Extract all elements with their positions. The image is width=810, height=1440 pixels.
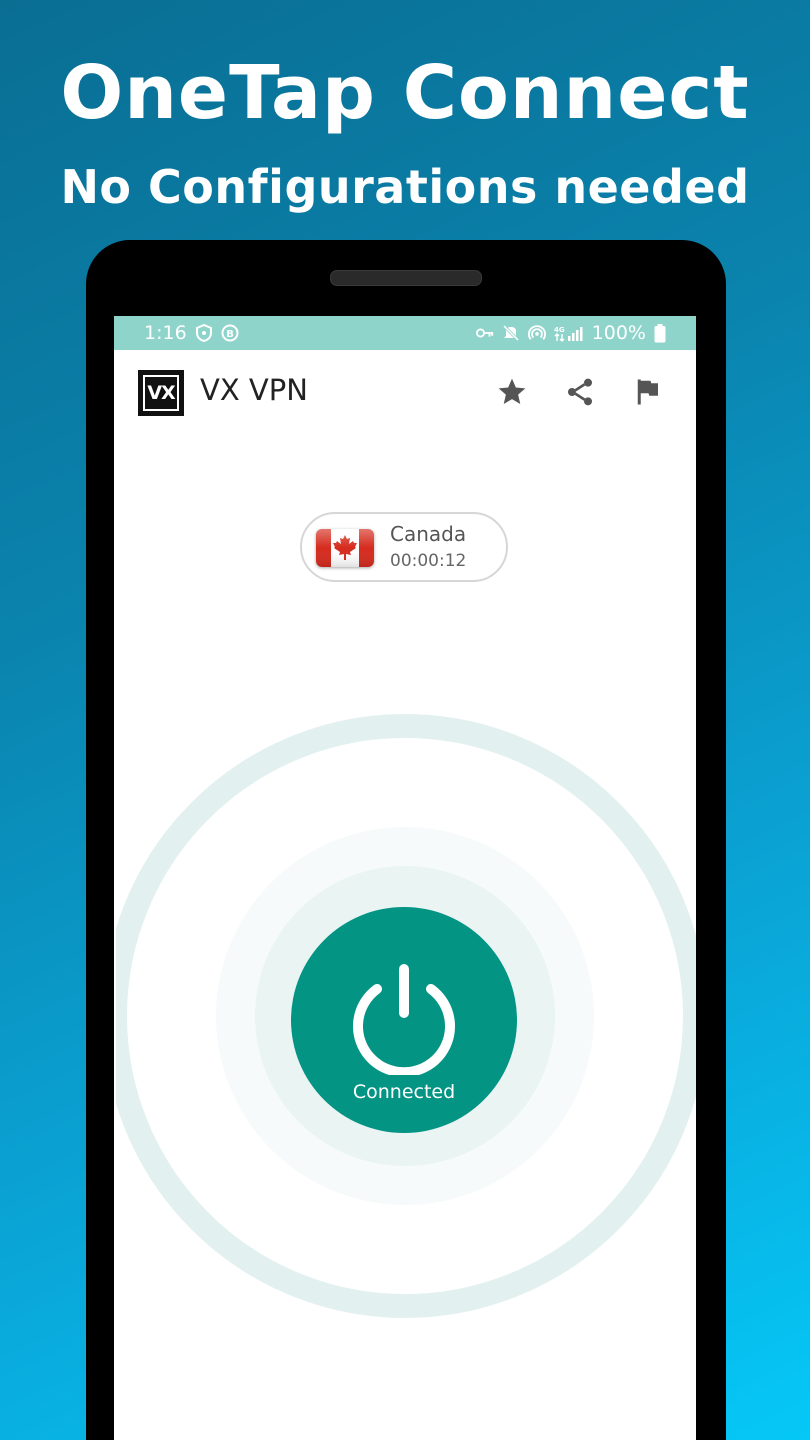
hotspot-icon [527,324,546,342]
status-time: 1:16 [144,322,187,344]
status-bar: 1:16 B 4G 100% [114,316,696,350]
status-left: 1:16 B [144,322,239,344]
flag-icon [637,379,658,405]
share-icon [568,378,592,406]
connection-status-label: Connected [352,1081,456,1103]
location-selector[interactable]: Canada 00:00:12 [300,512,508,582]
svg-text:B: B [226,329,234,340]
battery-icon [654,323,666,342]
app-logo: VX [138,370,184,416]
power-icon [353,964,455,1075]
rate-button[interactable] [492,372,532,412]
share-button[interactable] [560,372,600,412]
phone-speaker [330,270,482,286]
phone-frame: 1:16 B 4G 100% VX VX VPN Canada 00:00:12… [86,240,726,1440]
connect-button[interactable]: Connected [291,907,517,1133]
mute-icon [502,324,520,342]
app-screen: 1:16 B 4G 100% VX VX VPN Canada 00:00:12… [114,316,696,1440]
shield-icon [195,324,213,342]
network-type-label: 4G [554,326,565,334]
promo-headline: OneTap Connect [60,50,750,136]
star-icon [498,378,526,404]
report-button[interactable] [628,372,668,412]
app-title: VX VPN [200,373,308,407]
app-bar: VX VX VPN [114,350,696,434]
connection-timer: 00:00:12 [390,551,467,571]
country-name: Canada [390,522,467,546]
promo-subheadline: No Configurations needed [60,160,750,214]
b-badge-icon: B [221,324,239,342]
signal-4g-icon: 4G [554,324,584,342]
vpn-key-icon [475,324,494,342]
canada-flag-icon [316,529,374,567]
status-right: 4G 100% [475,322,666,344]
battery-percent: 100% [591,322,646,344]
